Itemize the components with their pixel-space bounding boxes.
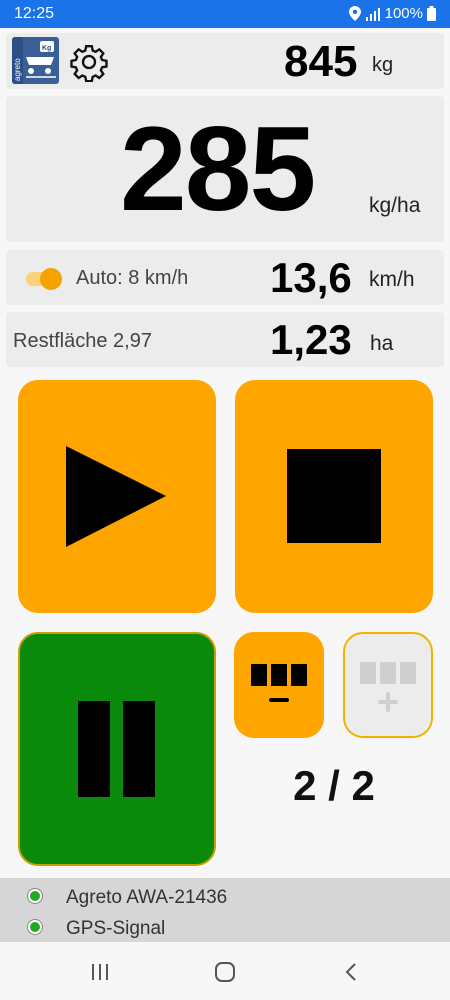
pause-button[interactable]: [18, 632, 216, 866]
app-logo[interactable]: agreto Kg: [12, 37, 59, 84]
battery-percent: 100%: [384, 5, 423, 22]
remaining-area-label: Restfläche 2,97: [13, 330, 152, 352]
weight-unit: kg: [372, 54, 394, 76]
connection-status-bar: Agreto AWA-21436 GPS-Signal: [0, 878, 450, 942]
pause-icon: [78, 701, 155, 797]
status-time: 12:25: [14, 5, 55, 22]
gps-signal-label: GPS-Signal: [66, 918, 166, 939]
section-increase-button[interactable]: [343, 632, 433, 738]
back-icon[interactable]: [344, 962, 358, 982]
scale-logo-icon: agreto Kg: [12, 37, 56, 84]
device-name: Agreto AWA-21436: [66, 887, 228, 908]
section-minus-icon: [251, 664, 307, 702]
section-counter: 2 / 2: [293, 762, 375, 809]
settings-gear-icon[interactable]: [69, 42, 109, 82]
toggle-knob: [40, 268, 62, 290]
location-icon: [348, 6, 361, 21]
area-unit: ha: [370, 332, 394, 355]
rate-unit: kg/ha: [369, 194, 421, 217]
area-value: 1,23: [270, 316, 352, 363]
recent-apps-icon[interactable]: [90, 963, 110, 981]
status-icons: 100%: [348, 5, 436, 22]
gps-status-dot: [28, 920, 42, 934]
auto-speed-toggle[interactable]: [24, 266, 64, 292]
status-bar: 12:25 100%: [0, 0, 450, 28]
section-decrease-button[interactable]: [234, 632, 324, 738]
battery-icon: [427, 6, 436, 21]
weight-value: 845: [284, 37, 358, 86]
system-navigation-bar: [0, 942, 450, 1000]
home-icon[interactable]: [214, 962, 236, 982]
rate-value: 285: [120, 102, 316, 236]
svg-text:agreto: agreto: [13, 58, 22, 81]
section-plus-icon: [360, 662, 416, 712]
signal-icon: [365, 7, 380, 21]
play-icon: [66, 446, 166, 547]
speed-unit: km/h: [369, 268, 415, 291]
auto-speed-label: Auto: 8 km/h: [76, 267, 189, 289]
device-status-dot: [28, 889, 42, 903]
speed-value: 13,6: [270, 254, 352, 301]
stop-icon: [287, 449, 381, 543]
stop-button[interactable]: [235, 380, 433, 613]
svg-text:Kg: Kg: [42, 45, 51, 52]
start-button[interactable]: [18, 380, 216, 613]
